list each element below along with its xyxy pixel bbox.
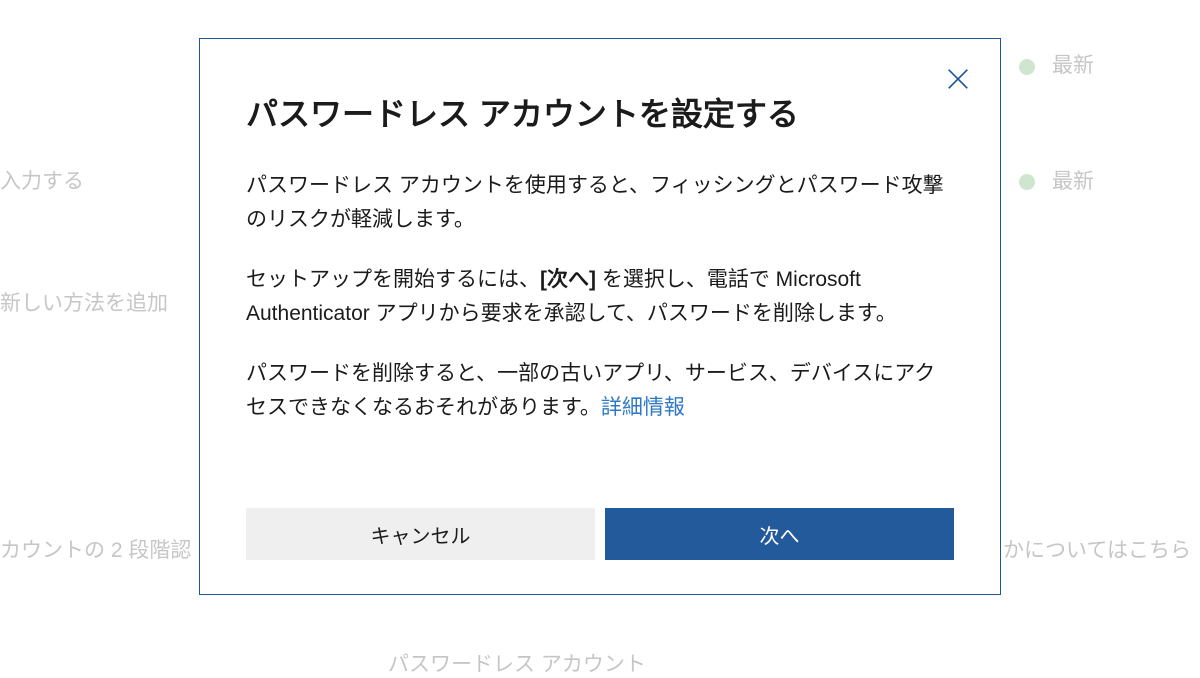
bg-text: パスワードレス アカウント — [388, 648, 646, 678]
bg-text: かについてはこちら — [1003, 534, 1191, 564]
dialog-paragraph: パスワードレス アカウントを使用すると、フィッシングとパスワード攻撃のリスクが軽… — [246, 169, 954, 237]
bg-text: 最新 — [1052, 49, 1094, 79]
bg-text: 新しい方法を追加 — [0, 287, 168, 317]
status-circle — [1019, 59, 1035, 75]
bg-text: 最新 — [1052, 165, 1094, 195]
dialog-title: パスワードレス アカウントを設定する — [246, 89, 954, 135]
dialog-paragraph: セットアップを開始するには、[次へ] を選択し、電話で Microsoft Au… — [246, 263, 954, 331]
dialog-body: パスワードレス アカウントを使用すると、フィッシングとパスワード攻撃のリスクが軽… — [246, 169, 954, 484]
bold-inline: [次へ] — [540, 268, 596, 291]
learn-more-link[interactable]: 詳細情報 — [601, 396, 685, 419]
passwordless-setup-dialog: パスワードレス アカウントを設定する パスワードレス アカウントを使用すると、フ… — [199, 38, 1001, 595]
close-icon[interactable] — [944, 65, 972, 93]
cancel-button[interactable]: キャンセル — [246, 508, 595, 560]
bg-text: 入力する — [0, 165, 84, 195]
bg-text: カウントの 2 段階認 — [0, 534, 191, 564]
status-circle — [1019, 174, 1035, 190]
dialog-footer: キャンセル 次へ — [246, 508, 954, 560]
dialog-paragraph: パスワードを削除すると、一部の古いアプリ、サービス、デバイスにアクセスできなくな… — [246, 357, 954, 425]
next-button[interactable]: 次へ — [605, 508, 954, 560]
